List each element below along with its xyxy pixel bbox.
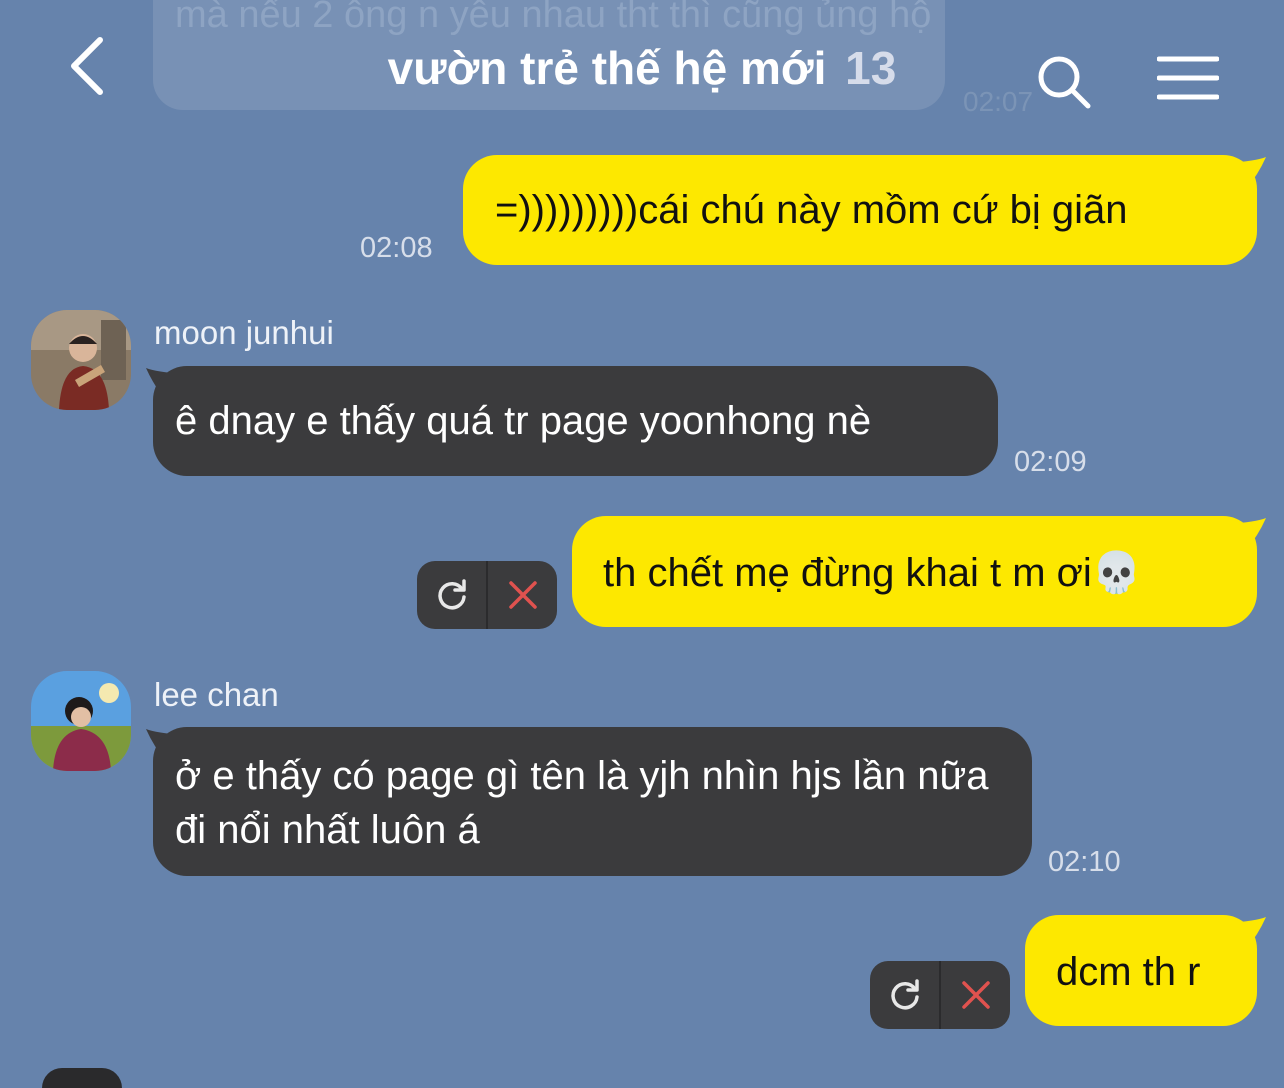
retry-button[interactable]	[870, 961, 941, 1029]
previous-message-text: mà nếu 2 ông n yêu nhau tht thì cũng ủng…	[175, 0, 932, 36]
message-text: th chết mẹ đừng khai t m ơi	[603, 551, 1092, 595]
avatar-lee-chan[interactable]	[31, 671, 131, 771]
failed-send-actions	[870, 961, 1010, 1029]
message-text: =)))))))))cái chú này mồm cứ bị giãn	[495, 188, 1128, 232]
delete-failed-button[interactable]	[941, 961, 1010, 1029]
their-message-bubble[interactable]: ở e thấy có page gì tên là yjh nhìn hjs …	[153, 727, 1032, 876]
my-message-bubble[interactable]: dcm th r	[1025, 915, 1257, 1026]
avatar-moon-junhui[interactable]	[31, 310, 131, 410]
my-message-bubble[interactable]: =)))))))))cái chú này mồm cứ bị giãn	[463, 155, 1257, 265]
retry-button[interactable]	[417, 561, 488, 629]
my-message-bubble[interactable]: th chết mẹ đừng khai t m ơi💀	[572, 516, 1257, 627]
delete-failed-button[interactable]	[488, 561, 557, 629]
failed-send-actions	[417, 561, 557, 629]
retry-icon	[890, 979, 919, 1010]
search-icon[interactable]	[1034, 52, 1094, 112]
close-icon	[508, 581, 537, 609]
message-text: dcm th r	[1056, 950, 1201, 994]
message-text: ở e thấy có page gì tên là yjh nhìn hjs …	[175, 754, 989, 852]
bubble-tail	[1228, 917, 1266, 949]
group-name: vườn trẻ thế hệ mới	[387, 42, 827, 94]
message-time: 02:10	[1048, 846, 1121, 878]
bubble-tail	[1228, 157, 1266, 189]
message-text: ê dnay e thấy quá tr page yoonhong nè	[175, 399, 872, 443]
sender-name: moon junhui	[154, 314, 334, 351]
member-count: 13	[845, 42, 897, 94]
sender-name: lee chan	[154, 676, 279, 713]
close-icon	[961, 981, 990, 1009]
their-message-bubble[interactable]: ê dnay e thấy quá tr page yoonhong nè	[153, 366, 998, 476]
message-time: 02:09	[1014, 446, 1087, 478]
hamburger-menu-icon[interactable]	[1156, 55, 1220, 101]
retry-icon	[437, 579, 466, 610]
next-avatar-partial	[42, 1068, 122, 1088]
skull-emoji: 💀	[1091, 550, 1142, 596]
message-time: 02:08	[360, 232, 433, 264]
bubble-tail	[1228, 518, 1266, 550]
